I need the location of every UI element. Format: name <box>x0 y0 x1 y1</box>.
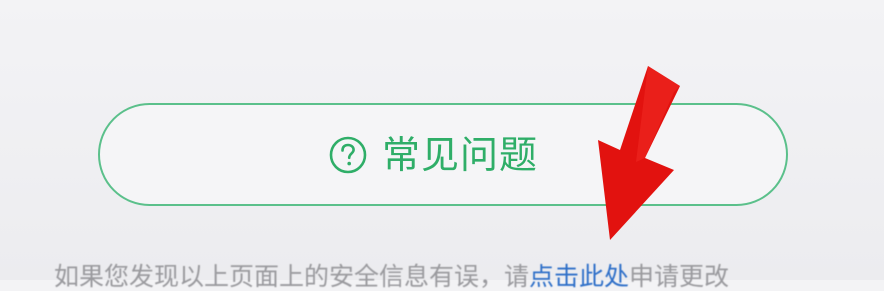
faq-button-content: 常见问题 <box>328 135 538 175</box>
faq-label: 常见问题 <box>381 132 538 177</box>
question-circle-icon <box>329 136 367 173</box>
red-arrow-annotation <box>598 66 680 240</box>
click-here-link[interactable]: 点击此处 <box>529 262 629 291</box>
security-info-notice: 如果您发现以上页面上的安全信息有误，请点击此处申请更改 <box>54 264 729 289</box>
notice-text-after: 申请更改 <box>629 262 730 291</box>
notice-text-before: 如果您发现以上页面上的安全信息有误，请 <box>54 262 530 291</box>
